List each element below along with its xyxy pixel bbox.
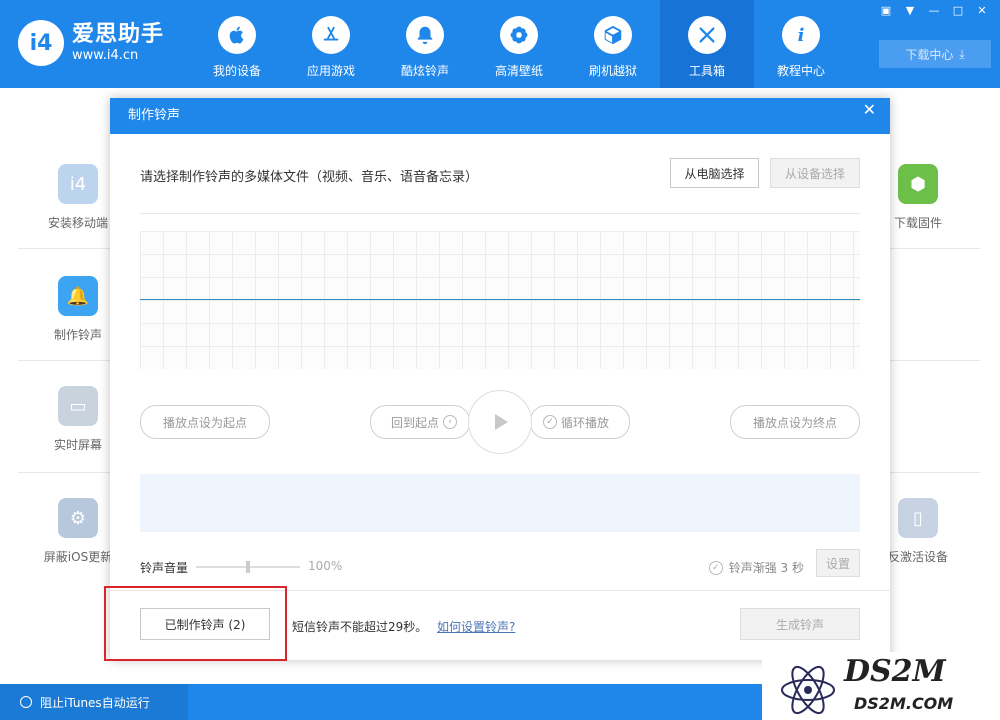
brand: 爱思助手 www.i4.cn xyxy=(72,22,164,64)
nav-wallpapers[interactable]: 高清壁纸 xyxy=(472,0,566,88)
tool-label: 制作铃声 xyxy=(53,328,102,342)
volume-slider-handle[interactable] xyxy=(246,561,250,573)
divider xyxy=(890,472,980,473)
divider xyxy=(18,248,110,249)
divider xyxy=(18,360,110,361)
cube-icon: ⬢ xyxy=(898,164,938,204)
ds2m-watermark: DS2M DS2M.COM xyxy=(762,652,1000,720)
back-to-start-label: 回到起点 xyxy=(391,415,440,430)
select-from-device-button[interactable]: 从设备选择 xyxy=(770,158,860,188)
generate-ringtone-button[interactable]: 生成铃声 xyxy=(740,608,860,640)
radio-icon xyxy=(20,696,32,708)
nav-label: 刷机越狱 xyxy=(588,64,637,78)
check-icon: ✓ xyxy=(708,560,723,575)
box-icon xyxy=(594,16,632,54)
ringtone-preview-bar xyxy=(140,474,860,532)
nav-label: 工具箱 xyxy=(688,64,725,78)
waveform-baseline xyxy=(140,299,860,300)
dialog-header: 制作铃声 ✕ xyxy=(110,98,890,134)
monitor-icon: ▭ xyxy=(58,386,98,426)
make-ringtone-dialog: 制作铃声 ✕ 请选择制作铃声的多媒体文件（视频、音乐、语音备忘录） 从电脑选择 … xyxy=(110,98,890,660)
bell-plus-icon: 🔔 xyxy=(58,276,98,316)
nav-label: 高清壁纸 xyxy=(494,64,543,78)
brand-url: www.i4.cn xyxy=(72,48,139,63)
close-icon[interactable]: ✕ xyxy=(972,4,992,18)
top-bar: i4 爱思助手 www.i4.cn 我的设备 应用游戏 酷炫铃声 高清壁纸 刷机… xyxy=(0,0,1000,88)
brand-name: 爱思助手 xyxy=(72,22,165,47)
nav-apps-games[interactable]: 应用游戏 xyxy=(284,0,378,88)
nav-label: 应用游戏 xyxy=(306,64,355,78)
close-icon[interactable]: ✕ xyxy=(863,98,876,122)
download-center-label: 下载中心 xyxy=(905,47,954,62)
divider xyxy=(18,472,110,473)
bell-icon xyxy=(406,16,444,54)
nav-flash-jailbreak[interactable]: 刷机越狱 xyxy=(566,0,660,88)
loop-play-button[interactable]: ✓ 循环播放 xyxy=(530,405,630,439)
nav-label: 教程中心 xyxy=(776,64,825,78)
flower-icon xyxy=(500,16,538,54)
appstore-icon xyxy=(312,16,350,54)
info-icon: i xyxy=(782,16,820,54)
divider xyxy=(890,360,980,361)
nav-my-device[interactable]: 我的设备 xyxy=(190,0,284,88)
tools-icon xyxy=(688,16,726,54)
window-controls: ▣ ▼ — □ ✕ xyxy=(876,4,992,18)
fade-in-label: 铃声渐强 3 秒 xyxy=(728,561,804,575)
i4-logo-icon: i4 xyxy=(18,20,64,66)
atom-logo-icon xyxy=(781,665,835,715)
nav-label: 酷炫铃声 xyxy=(400,64,449,78)
nav-tutorials[interactable]: i 教程中心 xyxy=(754,0,848,88)
divider xyxy=(890,248,980,249)
fade-in-option[interactable]: ✓ 铃声渐强 3 秒 xyxy=(708,559,804,576)
check-icon: ✓ xyxy=(542,415,557,429)
play-icon xyxy=(495,414,508,430)
i4-mobile-icon: i4 xyxy=(58,164,98,204)
skin-icon[interactable]: ▣ xyxy=(876,4,896,18)
file-prompt: 请选择制作铃声的多媒体文件（视频、音乐、语音备忘录） xyxy=(140,170,479,185)
tool-label: 屏蔽iOS更新 xyxy=(43,550,113,564)
fade-settings-button[interactable]: 设置 xyxy=(816,549,860,577)
how-to-set-ringtone-link[interactable]: 如何设置铃声? xyxy=(437,618,515,635)
waveform-area[interactable] xyxy=(140,231,860,369)
volume-label: 铃声音量 xyxy=(140,561,189,575)
tool-label: 下载固件 xyxy=(893,216,942,230)
download-center-button[interactable]: 下载中心 ⤓ xyxy=(879,40,991,68)
main-nav: 我的设备 应用游戏 酷炫铃声 高清壁纸 刷机越狱 工具箱 i 教程中心 xyxy=(190,0,848,88)
menu-icon[interactable]: ▼ xyxy=(900,4,920,18)
gear-icon: ⚙ xyxy=(58,498,98,538)
minimize-icon[interactable]: — xyxy=(924,4,944,18)
watermark-text: DS2M xyxy=(844,654,946,689)
apple-icon xyxy=(218,16,256,54)
tool-label: 安装移动端 xyxy=(47,216,108,230)
itunes-toggle-label: 阻止iTunes自动运行 xyxy=(40,695,150,710)
rewind-icon: ‹ xyxy=(443,415,458,429)
download-icon: ⤓ xyxy=(959,46,965,61)
nav-label: 我的设备 xyxy=(212,64,261,78)
watermark-url: DS2M.COM xyxy=(854,694,954,713)
tool-label: 反激活设备 xyxy=(887,550,948,564)
loop-play-label: 循环播放 xyxy=(560,415,609,430)
set-start-button[interactable]: 播放点设为起点 xyxy=(140,405,270,439)
sms-ringtone-note: 短信铃声不能超过29秒。 xyxy=(292,620,428,634)
itunes-toggle[interactable]: 阻止iTunes自动运行 xyxy=(0,684,188,720)
maximize-icon[interactable]: □ xyxy=(948,4,968,18)
nav-ringtones[interactable]: 酷炫铃声 xyxy=(378,0,472,88)
set-end-button[interactable]: 播放点设为终点 xyxy=(730,405,860,439)
play-button[interactable] xyxy=(468,390,532,454)
tablet-icon: ▯ xyxy=(898,498,938,538)
select-from-pc-button[interactable]: 从电脑选择 xyxy=(670,158,759,188)
divider xyxy=(140,213,860,214)
volume-value: 100% xyxy=(308,559,343,573)
dialog-title: 制作铃声 xyxy=(128,108,181,123)
highlight-box xyxy=(104,586,287,661)
volume-row: 铃声音量 100% ✓ 铃声渐强 3 秒 设置 xyxy=(140,549,860,579)
back-to-start-button[interactable]: 回到起点 ‹ xyxy=(370,405,470,439)
nav-toolbox[interactable]: 工具箱 xyxy=(660,0,754,88)
tool-label: 实时屏幕 xyxy=(53,438,102,452)
